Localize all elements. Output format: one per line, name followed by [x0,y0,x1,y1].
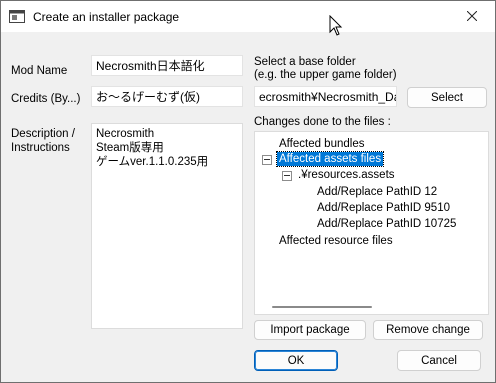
collapse-icon[interactable] [282,171,292,181]
description-label-line2: Instructions [11,142,70,154]
window-title: Create an installer package [33,10,180,24]
close-button[interactable] [449,1,495,32]
tree-node-change-item[interactable]: Add/Replace PathID 12 [317,185,437,199]
tree-node-affected-assets[interactable]: Affected assets files [275,151,385,167]
mouse-cursor-icon [329,14,343,37]
description-textarea[interactable]: Necrosmith Steam版専用 ゲームver.1.1.0.235用 [91,123,243,329]
tree-node-resources-assets[interactable]: .¥resources.assets [298,168,395,182]
description-line: ゲームver.1.1.0.235用 [96,156,209,168]
base-folder-input[interactable]: ecrosmith¥Necrosmith_Data [254,86,397,107]
horizontal-scrollbar[interactable] [272,306,372,308]
title-bar: Create an installer package [1,1,495,32]
close-icon [466,10,478,24]
window-app-icon [9,10,25,23]
ok-button[interactable]: OK [254,350,338,371]
credits-input[interactable]: お〜るげーむず(仮) [91,86,243,107]
tree-node-affected-resources[interactable]: Affected resource files [279,234,393,248]
mod-name-input[interactable]: Necrosmith日本語化 [91,55,243,76]
tree-node-change-item[interactable]: Add/Replace PathID 9510 [317,201,450,215]
description-line: Necrosmith [96,128,155,140]
installer-dialog: Create an installer package Mod Name Cre… [0,0,496,383]
base-folder-label-line1: Select a base folder [254,56,356,68]
collapse-icon[interactable] [262,155,272,165]
tree-node-affected-bundles[interactable]: Affected bundles [279,137,364,151]
cancel-button[interactable]: Cancel [397,350,481,371]
credits-label: Credits (By...) [11,93,81,105]
description-label-line1: Description / [11,128,75,140]
import-package-button[interactable]: Import package [254,320,366,340]
changes-tree[interactable]: Affected bundles Affected assets files .… [254,131,489,315]
tree-node-change-item[interactable]: Add/Replace PathID 10725 [317,217,456,231]
changes-label: Changes done to the files : [254,116,391,128]
remove-change-button[interactable]: Remove change [373,320,483,340]
select-folder-button[interactable]: Select [407,87,487,108]
base-folder-label-line2: (e.g. the upper game folder) [254,69,397,81]
mod-name-label: Mod Name [11,65,68,77]
description-line: Steam版専用 [96,142,164,154]
